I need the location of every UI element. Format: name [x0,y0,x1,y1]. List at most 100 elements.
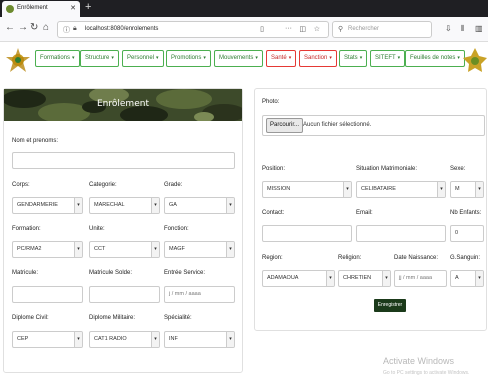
page-actions-icon[interactable]: ··· [285,25,292,32]
unite-label: Unite: [89,226,105,232]
religion-select[interactable]: CHRETIEN ▾ [338,270,391,287]
diplome-militaire-label: Diplome Militaire: [89,315,136,321]
chevron-down-icon: ▾ [226,242,234,257]
groupe-sanguin-select[interactable]: A ▾ [450,270,484,287]
menu-item-siteft[interactable]: SITEFT ▾ [370,50,406,67]
menu-item-feuilles-de-notes[interactable]: Feuilles de notes ▾ [405,50,465,67]
region-select[interactable]: ADAMAOUA ▾ [262,270,335,287]
chevron-down-icon: ▾ [359,55,363,61]
situation-select[interactable]: CELIBATAIRE ▾ [356,181,446,198]
email-label: Email: [356,210,373,216]
menu-item-stats[interactable]: Stats ▾ [339,50,368,67]
email-input[interactable] [356,225,446,242]
chevron-down-icon: ▾ [475,271,483,286]
corps-label: Corps: [12,182,30,188]
reload-icon[interactable]: ↻ [30,23,38,33]
back-icon[interactable]: ← [5,23,15,33]
browse-button[interactable]: Parcourir... [266,118,304,133]
religion-label: Religion: [338,255,362,261]
sexe-label: Sexe: [450,166,466,172]
menu-item-structure[interactable]: Structure ▾ [80,50,119,67]
forward-icon[interactable]: → [18,23,28,33]
sidebar-icon[interactable]: ▥ [475,24,483,33]
nb-enfants-input[interactable]: 0 [450,225,484,242]
url-text: localhost:8080/enrolements [85,26,159,32]
date-naissance-label: Date Naissance: [394,255,439,261]
search-bar[interactable]: ⚲ Rechercher [332,21,432,38]
logo-right-icon[interactable] [460,45,488,75]
diplome-civil-select[interactable]: CEP ▾ [12,331,83,348]
chevron-down-icon: ▾ [437,182,445,197]
position-label: Position: [262,166,286,172]
menu-item-sant-[interactable]: Santé ▾ [266,50,297,67]
nb-enfants-label: Nb Enfants: [450,210,482,216]
date-naissance-input[interactable]: jj / mm / aaaa [394,270,447,287]
chevron-down-icon: ▾ [156,55,159,61]
reader-view-icon[interactable]: ▯ [260,25,264,33]
specialite-label: Spécialité: [164,315,192,321]
fonction-select[interactable]: MAGF ▾ [164,241,235,258]
formation-select[interactable]: PC/RMA2 ▾ [12,241,83,258]
specialite-select[interactable]: INF ▾ [164,331,235,348]
categorie-label: Categorie: [89,182,117,188]
logo-left-icon[interactable] [3,45,33,75]
new-tab-icon[interactable]: + [85,1,91,13]
bookmark-star-icon[interactable]: ☆ [314,25,320,33]
groupe-sanguin-label: G.Sanguin: [450,255,481,261]
matricule-solde-input[interactable] [89,286,160,303]
close-tab-icon[interactable]: ✕ [70,4,76,12]
chevron-down-icon: ▾ [203,55,206,61]
grade-label: Grade: [164,182,183,188]
sexe-select[interactable]: M ▾ [450,181,484,198]
chevron-down-icon: ▾ [288,55,292,61]
lock-icon: 🔒︎ [73,25,77,32]
menu-item-sanction[interactable]: Sanction ▾ [299,50,337,67]
entree-service-label: Entrée Service: [164,270,206,276]
menu-item-promotions[interactable]: Promotions ▾ [166,50,211,67]
diplome-militaire-select[interactable]: CAT1 RADIO ▾ [89,331,160,348]
menu-item-formations[interactable]: Formations ▾ [35,50,80,67]
unite-select[interactable]: CCT ▾ [89,241,160,258]
matricule-label: Matricule: [12,270,39,276]
chevron-down-icon: ▾ [151,332,159,347]
corps-select[interactable]: GENDARMERIE ▾ [12,197,83,214]
menu-item-label: Structure [85,55,110,61]
pocket-icon[interactable]: ◫ [299,25,306,33]
chevron-down-icon: ▾ [329,55,332,61]
entree-service-input[interactable]: j / mm / aaaa [164,286,235,303]
matricule-solde-label: Matricule Solde: [89,270,133,276]
contact-label: Contact: [262,210,285,216]
browser-nav-bar: ← → ↻ ⌂ ⓘ 🔒︎ localhost:8080/enrolements … [0,17,488,42]
diplome-civil-label: Diplome Civil: [12,315,49,321]
menu-item-mouvements[interactable]: Mouvements ▾ [214,50,263,67]
chevron-down-icon: ▾ [397,55,401,61]
formation-label: Formation: [12,226,41,232]
menu-item-personnel[interactable]: Personnel ▾ [122,50,164,67]
browser-tab[interactable]: Enrôlement ✕ [2,1,80,17]
position-select[interactable]: MISSION ▾ [262,181,352,198]
library-icon[interactable]: ⫴ [461,24,464,34]
downloads-icon[interactable]: ⇩ [445,24,452,33]
chevron-down-icon: ▾ [226,198,234,213]
nom-input[interactable] [12,152,235,169]
menu-item-label: Feuilles de notes [410,55,456,61]
form-title: Enrôlement [97,99,149,109]
home-icon[interactable]: ⌂ [43,23,49,33]
chevron-down-icon: ▾ [74,332,82,347]
watermark-subtitle: Go to PC settings to activate Windows. [383,370,470,376]
search-placeholder: Rechercher [348,26,380,32]
url-bar[interactable]: ⓘ 🔒︎ localhost:8080/enrolements ▯ ··· ◫ … [57,21,329,38]
region-label: Region: [262,255,283,261]
app-navbar: Formations ▾ Structure ▾ Personnel ▾ Promotion… [0,42,488,82]
menu-item-label: Formations [40,55,71,61]
submit-button[interactable]: Enregistrer [374,299,406,312]
contact-input[interactable] [262,225,352,242]
matricule-input[interactable] [12,286,83,303]
menu-item-label: Sanction [304,55,328,61]
menu-item-label: Mouvements [219,55,254,61]
menu-item-label: Personnel [127,55,155,61]
chevron-down-icon: ▾ [226,332,234,347]
categorie-select[interactable]: MARECHAL ▾ [89,197,160,214]
menu-item-label: Stats [344,55,358,61]
grade-select[interactable]: GA ▾ [164,197,235,214]
